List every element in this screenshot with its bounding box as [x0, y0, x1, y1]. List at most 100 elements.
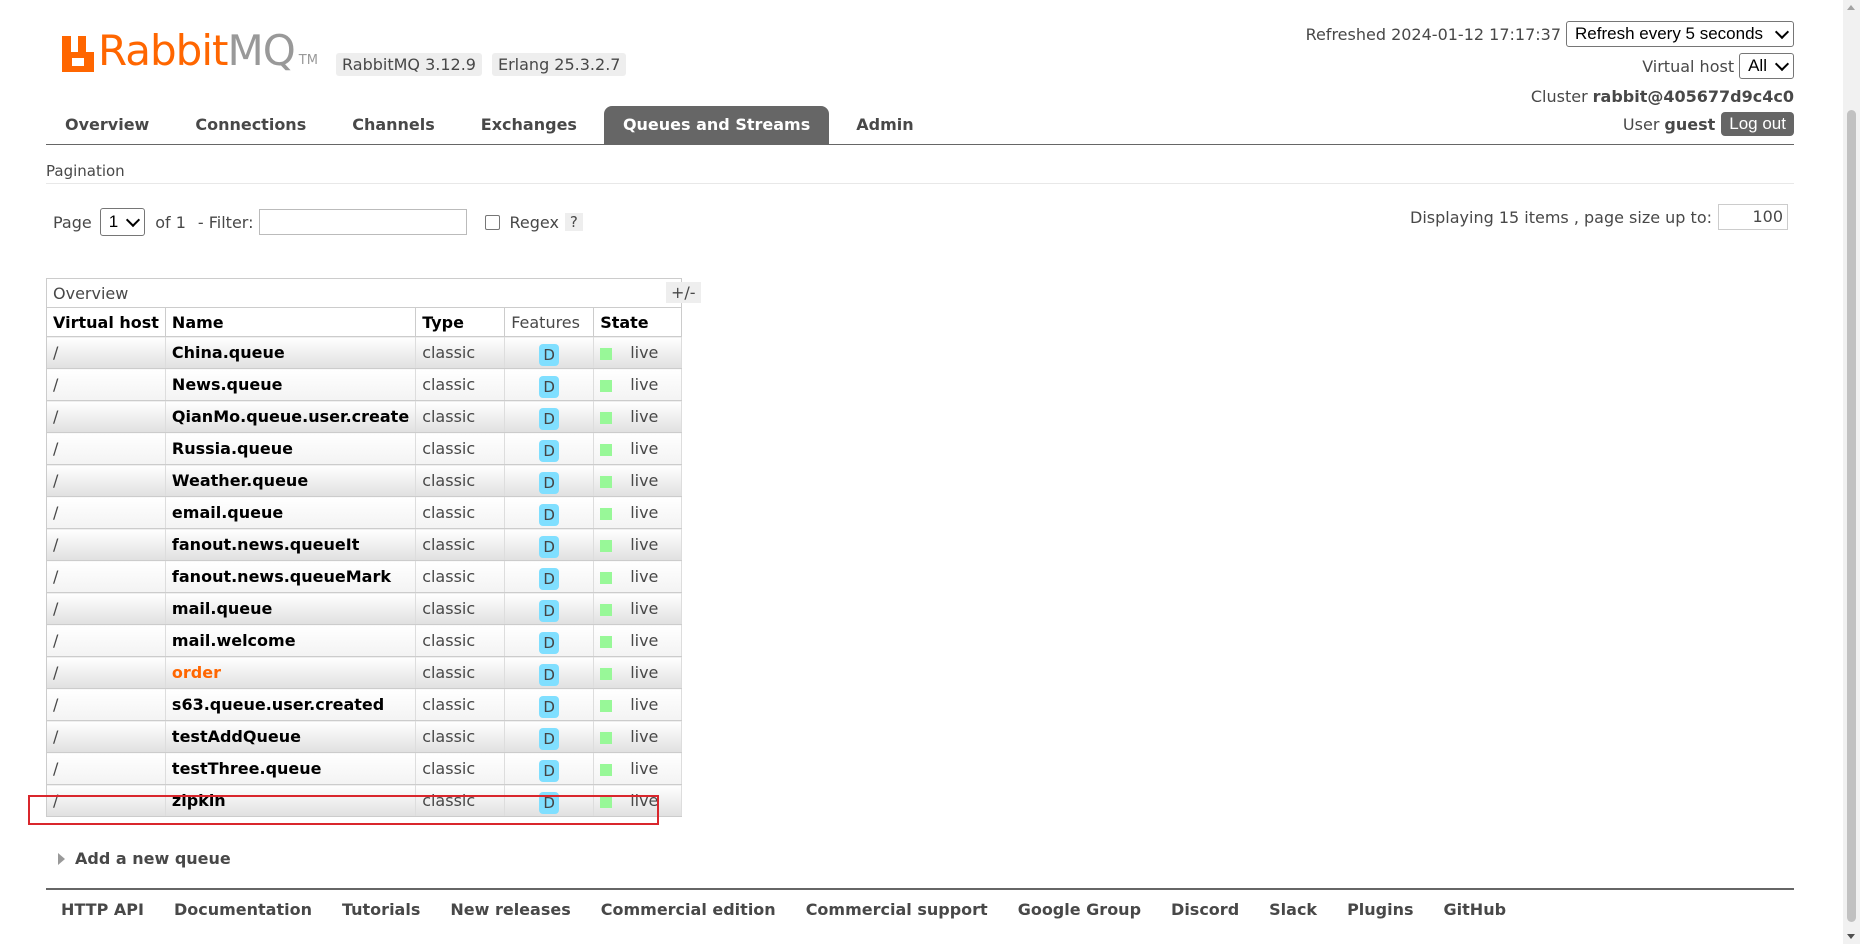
column-state[interactable]: State — [593, 307, 683, 337]
footer-link-documentation[interactable]: Documentation — [174, 900, 312, 919]
filter-input[interactable] — [259, 209, 468, 235]
state-label: live — [630, 535, 659, 554]
vhost-cell: / — [46, 624, 166, 657]
display-info: Displaying 15 items , page size up to: 1… — [1410, 204, 1788, 230]
state-indicator-icon — [600, 731, 613, 744]
scroll-down-arrow-icon[interactable] — [1847, 934, 1855, 939]
page-select[interactable]: 1 — [99, 208, 146, 236]
brand-primary: Rabbit — [98, 26, 228, 75]
queue-name-link[interactable]: Russia.queue — [165, 432, 417, 465]
trademark: TM — [298, 53, 318, 68]
queue-name-link[interactable]: mail.welcome — [165, 624, 417, 657]
refresh-interval-select[interactable]: Refresh every 5 seconds — [1566, 21, 1794, 47]
queue-type: classic — [415, 688, 506, 721]
column-features: Features — [504, 307, 595, 337]
regex-help-icon[interactable]: ? — [564, 213, 583, 231]
footer-link-http-api[interactable]: HTTP API — [61, 900, 144, 919]
tab-connections[interactable]: Connections — [176, 106, 325, 144]
state-label: live — [630, 631, 659, 650]
scroll-up-arrow-icon[interactable] — [1847, 5, 1855, 10]
queue-name-link[interactable]: fanout.news.queueMark — [165, 560, 417, 593]
queue-name-link[interactable]: order — [165, 656, 417, 689]
durable-badge: D — [539, 663, 560, 686]
queue-name-link[interactable]: QianMo.queue.user.create — [165, 400, 417, 433]
column-type[interactable]: Type — [415, 307, 506, 337]
state-cell: live — [593, 720, 683, 753]
page-label: Page — [53, 212, 92, 232]
state-indicator-icon — [600, 507, 613, 520]
state-indicator-icon — [600, 443, 613, 456]
state-cell: live — [593, 464, 683, 497]
durable-badge: D — [539, 567, 560, 590]
tab-queues-and-streams[interactable]: Queues and Streams — [603, 106, 830, 144]
queue-name-link[interactable]: fanout.news.queueIt — [165, 528, 417, 561]
state-cell: live — [593, 368, 683, 401]
state-cell: live — [593, 624, 683, 657]
queue-type: classic — [415, 656, 506, 689]
durable-badge: D — [539, 759, 560, 782]
queue-name-link[interactable]: mail.queue — [165, 592, 417, 625]
state-indicator-icon — [600, 667, 613, 680]
queue-name-link[interactable]: testThree.queue — [165, 752, 417, 785]
version-info: RabbitMQ 3.12.9 Erlang 25.3.2.7 — [336, 53, 627, 76]
state-indicator-icon — [600, 379, 613, 392]
durable-badge: D — [539, 375, 560, 398]
page-size-input[interactable]: 100 — [1718, 204, 1788, 230]
footer-link-commercial-support[interactable]: Commercial support — [806, 900, 988, 919]
column-name[interactable]: Name — [164, 307, 417, 337]
cluster-name: rabbit@405677d9c4c0 — [1592, 86, 1794, 106]
column-virtual-host[interactable]: Virtual host — [46, 307, 166, 337]
cluster-label: Cluster — [1530, 86, 1588, 106]
state-cell: live — [593, 688, 683, 721]
state-cell: live — [593, 336, 683, 369]
tab-exchanges[interactable]: Exchanges — [462, 106, 596, 144]
rabbit-logo-icon — [62, 36, 94, 72]
queue-name-link[interactable]: s63.queue.user.created — [165, 688, 417, 721]
footer-link-plugins[interactable]: Plugins — [1347, 900, 1413, 919]
pagination-section-title[interactable]: Pagination — [46, 162, 125, 180]
annotation-highlight-box — [28, 795, 659, 825]
features-cell: D — [504, 592, 595, 625]
table-row: / fanout.news.queueIt classic D live — [46, 528, 683, 561]
table-row: / testAddQueue classic D live — [46, 720, 683, 753]
tab-admin[interactable]: Admin — [837, 106, 932, 144]
add-queue-label: Add a new queue — [75, 849, 231, 868]
footer-link-github[interactable]: GitHub — [1444, 900, 1507, 919]
rabbitmq-logo[interactable]: Rabbit MQ TM — [62, 30, 318, 72]
footer-link-google-group[interactable]: Google Group — [1018, 900, 1141, 919]
footer-link-discord[interactable]: Discord — [1171, 900, 1239, 919]
state-indicator-icon — [600, 347, 613, 360]
state-label: live — [630, 599, 659, 618]
footer-link-slack[interactable]: Slack — [1269, 900, 1317, 919]
vhost-select[interactable]: All — [1739, 53, 1794, 79]
vhost-label: Virtual host — [1642, 56, 1735, 76]
queue-type: classic — [415, 496, 506, 529]
page-scrollbar[interactable] — [1843, 0, 1860, 944]
footer-link-new-releases[interactable]: New releases — [450, 900, 570, 919]
queue-name-link[interactable]: China.queue — [165, 336, 417, 369]
queue-name-link[interactable]: News.queue — [165, 368, 417, 401]
features-cell: D — [504, 688, 595, 721]
regex-checkbox[interactable] — [485, 214, 501, 230]
state-indicator-icon — [600, 635, 613, 648]
scrollbar-thumb[interactable] — [1847, 110, 1856, 922]
queue-name-link[interactable]: email.queue — [165, 496, 417, 529]
tab-channels[interactable]: Channels — [333, 106, 454, 144]
section-divider — [46, 183, 1794, 184]
queue-type: classic — [415, 400, 506, 433]
state-indicator-icon — [600, 699, 613, 712]
queue-name-link[interactable]: testAddQueue — [165, 720, 417, 753]
regex-label: Regex — [509, 212, 559, 232]
table-row: / order classic D live — [46, 656, 683, 689]
tab-overview[interactable]: Overview — [46, 106, 168, 144]
vhost-cell: / — [46, 528, 166, 561]
state-label: live — [630, 503, 659, 522]
queue-name-link[interactable]: Weather.queue — [165, 464, 417, 497]
footer-link-tutorials[interactable]: Tutorials — [342, 900, 420, 919]
table-row: / fanout.news.queueMark classic D live — [46, 560, 683, 593]
footer-link-commercial-edition[interactable]: Commercial edition — [601, 900, 776, 919]
column-toggle-button[interactable]: +/- — [666, 282, 701, 303]
add-queue-toggle[interactable]: Add a new queue — [58, 849, 231, 868]
state-cell: live — [593, 400, 683, 433]
state-label: live — [630, 375, 659, 394]
